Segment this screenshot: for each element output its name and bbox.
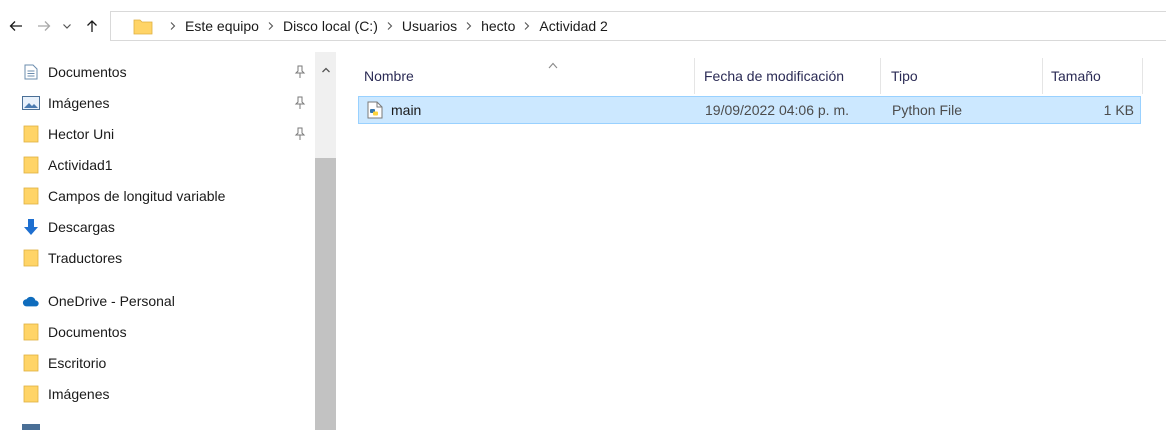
file-date-cell: 19/09/2022 04:06 p. m. [705,102,849,118]
downloads-icon [22,218,40,236]
sidebar-item-label: Campos de longitud variable [48,188,226,204]
chevron-right-icon [169,21,177,31]
sidebar-item-actividad1[interactable]: Actividad1 [22,153,113,177]
file-row[interactable]: main 19/09/2022 04:06 p. m. Python File … [358,96,1141,124]
folder-icon [22,385,40,403]
forward-button[interactable] [32,14,56,38]
sidebar-item-hector-uni[interactable]: Hector Uni [22,122,114,146]
sidebar-item-onedrive-documentos[interactable]: Documentos [22,320,127,344]
pin-icon[interactable] [293,95,307,111]
breadcrumb-item[interactable]: Este equipo [185,18,259,34]
sidebar-item-imagenes[interactable]: Imágenes [22,91,109,115]
breadcrumb-item[interactable]: Actividad 2 [539,18,607,34]
folder-icon [22,323,40,341]
scrollbar-thumb[interactable] [315,158,336,430]
sidebar-item-label: Imágenes [48,95,110,111]
folder-icon [22,249,40,267]
sidebar-item-label: Imágenes [48,386,110,402]
column-divider[interactable] [1042,58,1043,94]
breadcrumb-item[interactable]: hecto [481,18,515,34]
column-divider[interactable] [1142,58,1143,94]
chevron-right-icon[interactable] [465,21,473,31]
chevron-right-icon[interactable] [523,21,531,31]
chevron-up-icon [321,67,330,73]
file-size-cell: 1 KB [1103,102,1134,118]
chevron-right-icon[interactable] [386,21,394,31]
sidebar-item-label: Descargas [48,219,115,235]
folder-icon [133,16,153,36]
arrow-right-icon [38,21,51,31]
column-header-label: Fecha de modificación [704,68,845,84]
sidebar-item-label: OneDrive - Personal [48,293,175,309]
column-divider[interactable] [880,58,881,94]
sidebar-item-label: Hector Uni [48,126,115,142]
chevron-right-icon[interactable] [267,21,275,31]
documents-icon [22,63,40,81]
column-header-size[interactable]: Tamaño [1051,58,1141,94]
column-header-label: Tipo [891,68,918,84]
sidebar-item-label: Documentos [48,324,127,340]
folder-icon [22,187,40,205]
sidebar-item-onedrive-imagenes[interactable]: Imágenes [22,382,109,406]
navigation-pane: Documentos Imágenes Hector Uni Actividad… [0,52,336,430]
address-bar[interactable]: Este equipo Disco local (C:) Usuarios he… [110,11,1166,41]
python-file-icon [367,101,383,119]
onedrive-cloud-icon [22,292,40,310]
sidebar-item-label: Actividad1 [48,157,113,173]
sidebar-scrollbar[interactable] [315,52,336,430]
recent-locations-button[interactable] [58,14,76,38]
breadcrumb: Este equipo Disco local (C:) Usuarios he… [161,18,608,34]
sidebar-item-descargas[interactable]: Descargas [22,215,115,239]
sidebar-item-onedrive-escritorio[interactable]: Escritorio [22,351,106,375]
column-header-label: Tamaño [1051,68,1101,84]
pictures-icon [22,94,40,112]
partial-tree-item-icon [22,424,40,430]
sidebar-item-traductores[interactable]: Traductores [22,246,122,270]
sort-ascending-icon [548,60,558,72]
file-name: main [391,102,422,118]
navigation-bar: Este equipo Disco local (C:) Usuarios he… [0,0,1166,52]
folder-icon [22,125,40,143]
column-header-type[interactable]: Tipo [891,58,1041,94]
file-name-cell: main [367,97,421,123]
column-header-name[interactable]: Nombre [364,58,694,94]
breadcrumb-item[interactable]: Disco local (C:) [283,18,378,34]
pin-icon[interactable] [293,64,307,80]
sidebar-item-label: Traductores [48,250,123,266]
column-header-label: Nombre [364,68,414,84]
up-button[interactable] [80,14,104,38]
sidebar-item-label: Documentos [48,64,127,80]
arrow-left-icon [9,21,22,31]
column-header-date[interactable]: Fecha de modificación [704,58,874,94]
folder-icon [22,156,40,174]
sidebar-item-campos[interactable]: Campos de longitud variable [22,184,225,208]
file-type-cell: Python File [892,102,963,118]
sidebar-item-onedrive[interactable]: OneDrive - Personal [22,289,175,313]
scroll-up-button[interactable] [315,62,336,78]
breadcrumb-item[interactable]: Usuarios [402,18,457,34]
column-divider[interactable] [694,58,695,94]
sidebar-item-documentos[interactable]: Documentos [22,60,127,84]
sidebar-item-label: Escritorio [48,355,107,371]
back-button[interactable] [4,14,28,38]
file-list-pane: Nombre Fecha de modificación Tipo Tamaño… [336,52,1166,430]
folder-icon [22,354,40,372]
arrow-up-icon [87,20,97,32]
pin-icon[interactable] [293,126,307,142]
chevron-down-icon [63,24,71,29]
